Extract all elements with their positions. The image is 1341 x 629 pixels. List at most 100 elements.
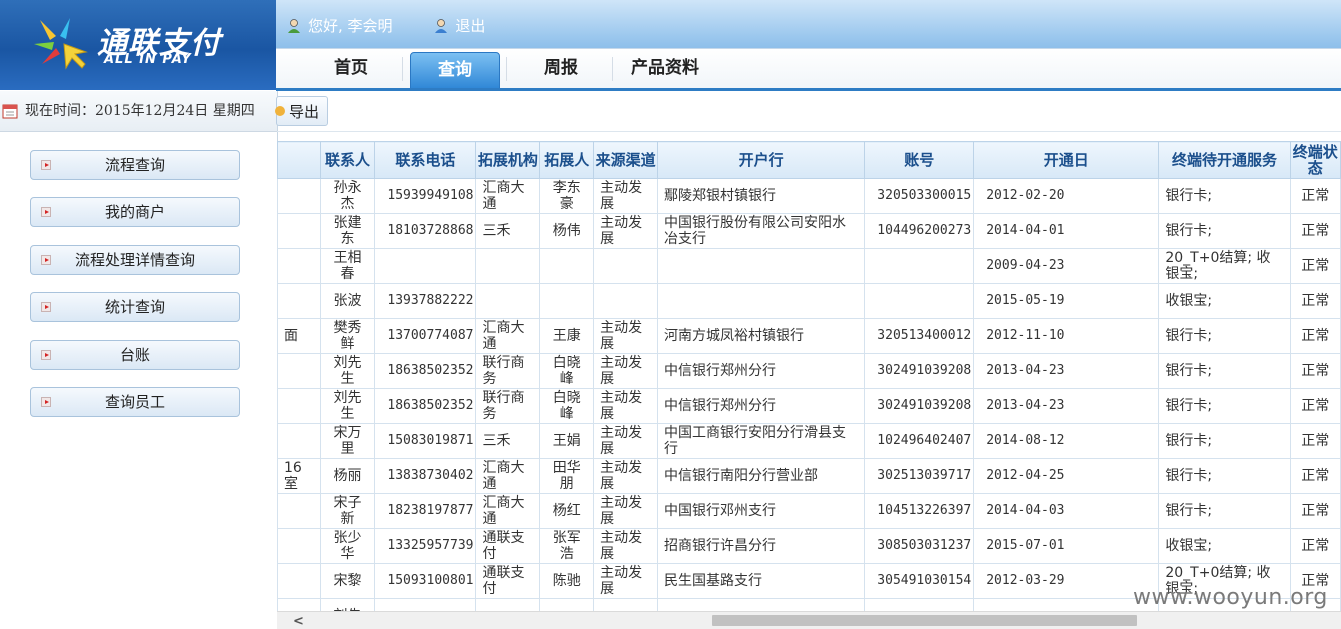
cell-address [277, 178, 321, 214]
cell-open-date: 2013-04-23 [973, 388, 1160, 424]
cell-agent: 王康 [539, 318, 595, 354]
cell-pending-service: 银行卡; [1158, 458, 1291, 494]
tab-weekly[interactable]: 周报 [516, 49, 606, 87]
column-header-channel[interactable]: 来源渠道 [593, 141, 659, 179]
menu-staff-query[interactable]: 查询员工 [30, 387, 240, 417]
column-header-contact[interactable]: 联系人 [319, 141, 376, 179]
column-header-open-date[interactable]: 开通日 [973, 141, 1160, 179]
menu-ledger[interactable]: 台账 [30, 340, 240, 370]
cell-account: 302491039208 [864, 353, 975, 389]
cell-org: 汇商大通 [475, 318, 541, 354]
cell-pending-service: 20_T+0结算; 收银宝; [1158, 248, 1291, 284]
nav-divider [612, 57, 613, 81]
cell-pending-service: 银行卡; [1158, 213, 1291, 249]
cell-channel: 主动发展 [593, 528, 659, 564]
cell-org: 汇商大通 [475, 178, 541, 214]
logout-link[interactable]: 退出 [433, 15, 485, 36]
cell-org [475, 248, 541, 284]
cell-phone: 13700774087 [374, 318, 477, 354]
table-row[interactable]: 王相春 2009-04-23 20_T+0结算; 收银宝; 正常 [277, 248, 1341, 284]
menu-process-query[interactable]: 流程查询 [30, 150, 240, 180]
cell-org [475, 598, 541, 611]
menu-label: 台账 [119, 346, 150, 364]
cell-contact: 张波 [319, 283, 376, 319]
cell-contact: 王相春 [319, 248, 376, 284]
cell-account: 104496200273 [864, 213, 975, 249]
cell-address [277, 213, 321, 249]
column-header-agent[interactable]: 拓展人 [539, 141, 595, 179]
cell-bank: 中信银行郑州分行 [657, 388, 866, 424]
tab-query[interactable]: 查询 [410, 52, 500, 90]
cell-pending-service: 银行卡; [1158, 318, 1291, 354]
column-header-org[interactable]: 拓展机构 [475, 141, 541, 179]
cell-org: 汇商大通 [475, 493, 541, 529]
cell-terminal-status: 正常 [1289, 423, 1341, 459]
cell-channel: 主动发展 [593, 388, 659, 424]
header-divider [276, 88, 1341, 91]
cell-terminal-status: 正常 [1289, 458, 1341, 494]
menu-label: 流程处理详情查询 [74, 251, 195, 269]
logo[interactable]: 通联支付 ALL IN PAY [0, 0, 276, 90]
tab-product-info[interactable]: 产品资料 [620, 49, 710, 87]
cell-contact: 宋黎 [319, 563, 376, 599]
cell-channel: 主动发展 [593, 423, 659, 459]
cell-channel: 主动发展 [593, 458, 659, 494]
logout-text: 退出 [455, 17, 486, 35]
table-row[interactable]: 张少华 13325957739 通联支付 张军浩 主动发展 招商银行许昌分行 3085030… [277, 528, 1341, 564]
cell-open-date: 2013-04-23 [973, 353, 1160, 389]
calendar-icon [2, 104, 18, 119]
menu-process-detail-query[interactable]: 流程处理详情查询 [30, 245, 240, 275]
cell-phone: 18638502352 [374, 353, 477, 389]
cell-contact: 刘先 [319, 598, 376, 611]
table-row[interactable]: 16室 杨丽 13838730402 汇商大通 田华朋 主动发展 中信银行南阳分行营业部 30… [277, 458, 1341, 494]
export-button[interactable]: 导出 [275, 96, 328, 126]
column-header-terminal-status[interactable]: 终端状态 [1289, 141, 1341, 179]
cell-contact: 樊秀鲜 [319, 318, 376, 354]
cell-account: 320503300015 [864, 178, 975, 214]
table-row[interactable]: 孙永杰 15939949108 汇商大通 李东豪 主动发展 鄢陵郑银村镇银行 3205033… [277, 178, 1341, 214]
cell-channel: 主动发展 [593, 318, 659, 354]
table-row[interactable]: 刘先生 18638502352 联行商务 白晓峰 主动发展 中信银行郑州分行 3024910… [277, 388, 1341, 424]
column-header-pending-service[interactable]: 终端待开通服务 [1158, 141, 1291, 179]
column-header-phone[interactable]: 联系电话 [374, 141, 477, 179]
cell-account [864, 248, 975, 284]
table-row[interactable]: 刘先生 18638502352 联行商务 白晓峰 主动发展 中信银行郑州分行 3024910… [277, 353, 1341, 389]
cell-bank: 中国银行股份有限公司安阳水冶支行 [657, 213, 866, 249]
column-header-address[interactable] [277, 141, 321, 179]
horizontal-scrollbar[interactable]: < [277, 611, 1341, 629]
header-row: 联系人 联系电话 拓展机构 拓展人 来源渠道 开户行 账号 开通日 终端待开通服… [277, 141, 1341, 179]
cell-channel: 主动发展 [593, 178, 659, 214]
column-header-bank[interactable]: 开户行 [657, 141, 866, 179]
cell-account: 302491039208 [864, 388, 975, 424]
menu-statistics-query[interactable]: 统计查询 [30, 292, 240, 322]
table-row[interactable]: 宋子新 18238197877 汇商大通 杨红 主动发展 中国银行邓州支行 10451322… [277, 493, 1341, 529]
user-icon [288, 18, 300, 33]
table-row[interactable]: 张建东 18103728868 三禾 杨伟 主动发展 中国银行股份有限公司安阳水冶支行 10… [277, 213, 1341, 249]
cell-phone: 18103728868 [374, 213, 477, 249]
cell-agent: 陈驰 [539, 563, 595, 599]
cell-channel: 主动发展 [593, 213, 659, 249]
scroll-left-icon[interactable]: < [293, 614, 304, 629]
cell-agent [539, 248, 595, 284]
table-row[interactable]: 宋万里 15083019871 三禾 王娟 主动发展 中国工商银行安阳分行滑县支行 1024… [277, 423, 1341, 459]
scrollbar-thumb[interactable] [712, 615, 1137, 626]
menu-my-merchants[interactable]: 我的商户 [30, 197, 240, 227]
cell-phone: 13325957739 [374, 528, 477, 564]
cell-address: 面 [277, 318, 321, 354]
cell-channel [593, 283, 659, 319]
cell-terminal-status: 正常 [1289, 493, 1341, 529]
tab-home[interactable]: 首页 [306, 49, 396, 87]
table-row[interactable]: 张波 13937882222 2015-05-19 收银宝; 正常 [277, 283, 1341, 319]
date-label: 现在时间： [25, 103, 95, 119]
column-header-account[interactable]: 账号 [864, 141, 975, 179]
cell-terminal-status: 正常 [1289, 353, 1341, 389]
cell-agent: 杨红 [539, 493, 595, 529]
cell-pending-service: 银行卡; [1158, 423, 1291, 459]
table-row[interactable]: 面樊秀鲜 13700774087 汇商大通 王康 主动发展 河南方城凤裕村镇银行 32051… [277, 318, 1341, 354]
cell-agent: 张军浩 [539, 528, 595, 564]
cell-org: 汇商大通 [475, 458, 541, 494]
cell-terminal-status: 正常 [1289, 283, 1341, 319]
cell-bank: 鄢陵郑银村镇银行 [657, 178, 866, 214]
cell-agent: 田华朋 [539, 458, 595, 494]
cell-open-date: 2012-02-20 [973, 178, 1160, 214]
